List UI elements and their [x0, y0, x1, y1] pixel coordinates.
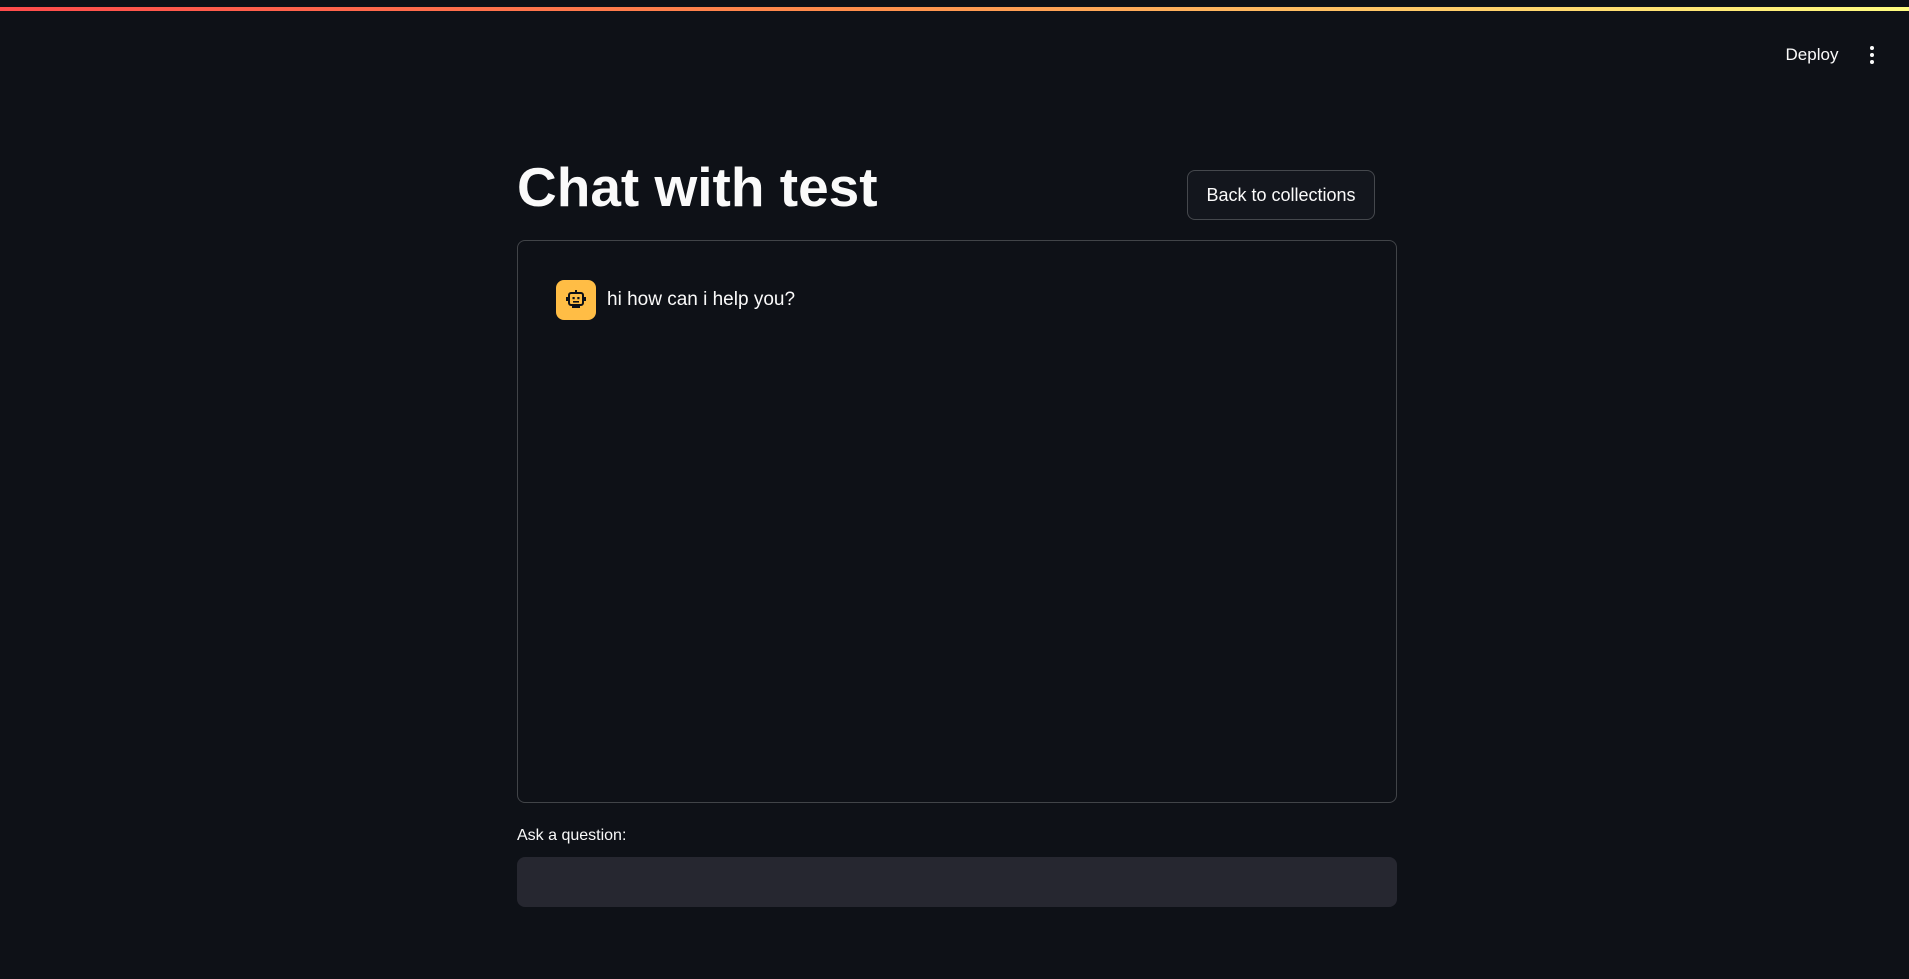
- chat-container[interactable]: hi how can i help you?: [517, 240, 1397, 803]
- deploy-button[interactable]: Deploy: [1770, 41, 1854, 69]
- question-input-label: Ask a question:: [517, 827, 627, 844]
- menu-dot: [1870, 46, 1874, 50]
- message-text: hi how can i help you?: [607, 289, 796, 310]
- page-title: Chat with test: [517, 156, 878, 218]
- robot-icon-glyph: [566, 290, 586, 308]
- robot-icon: [556, 280, 596, 320]
- back-to-collections-button[interactable]: Back to collections: [1187, 170, 1375, 220]
- question-input[interactable]: [517, 857, 1397, 907]
- chat-message: hi how can i help you?: [556, 280, 795, 320]
- menu-dot: [1870, 60, 1874, 64]
- decoration-stripe: [0, 7, 1909, 11]
- more-vertical-icon[interactable]: [1862, 41, 1882, 69]
- menu-dot: [1870, 53, 1874, 57]
